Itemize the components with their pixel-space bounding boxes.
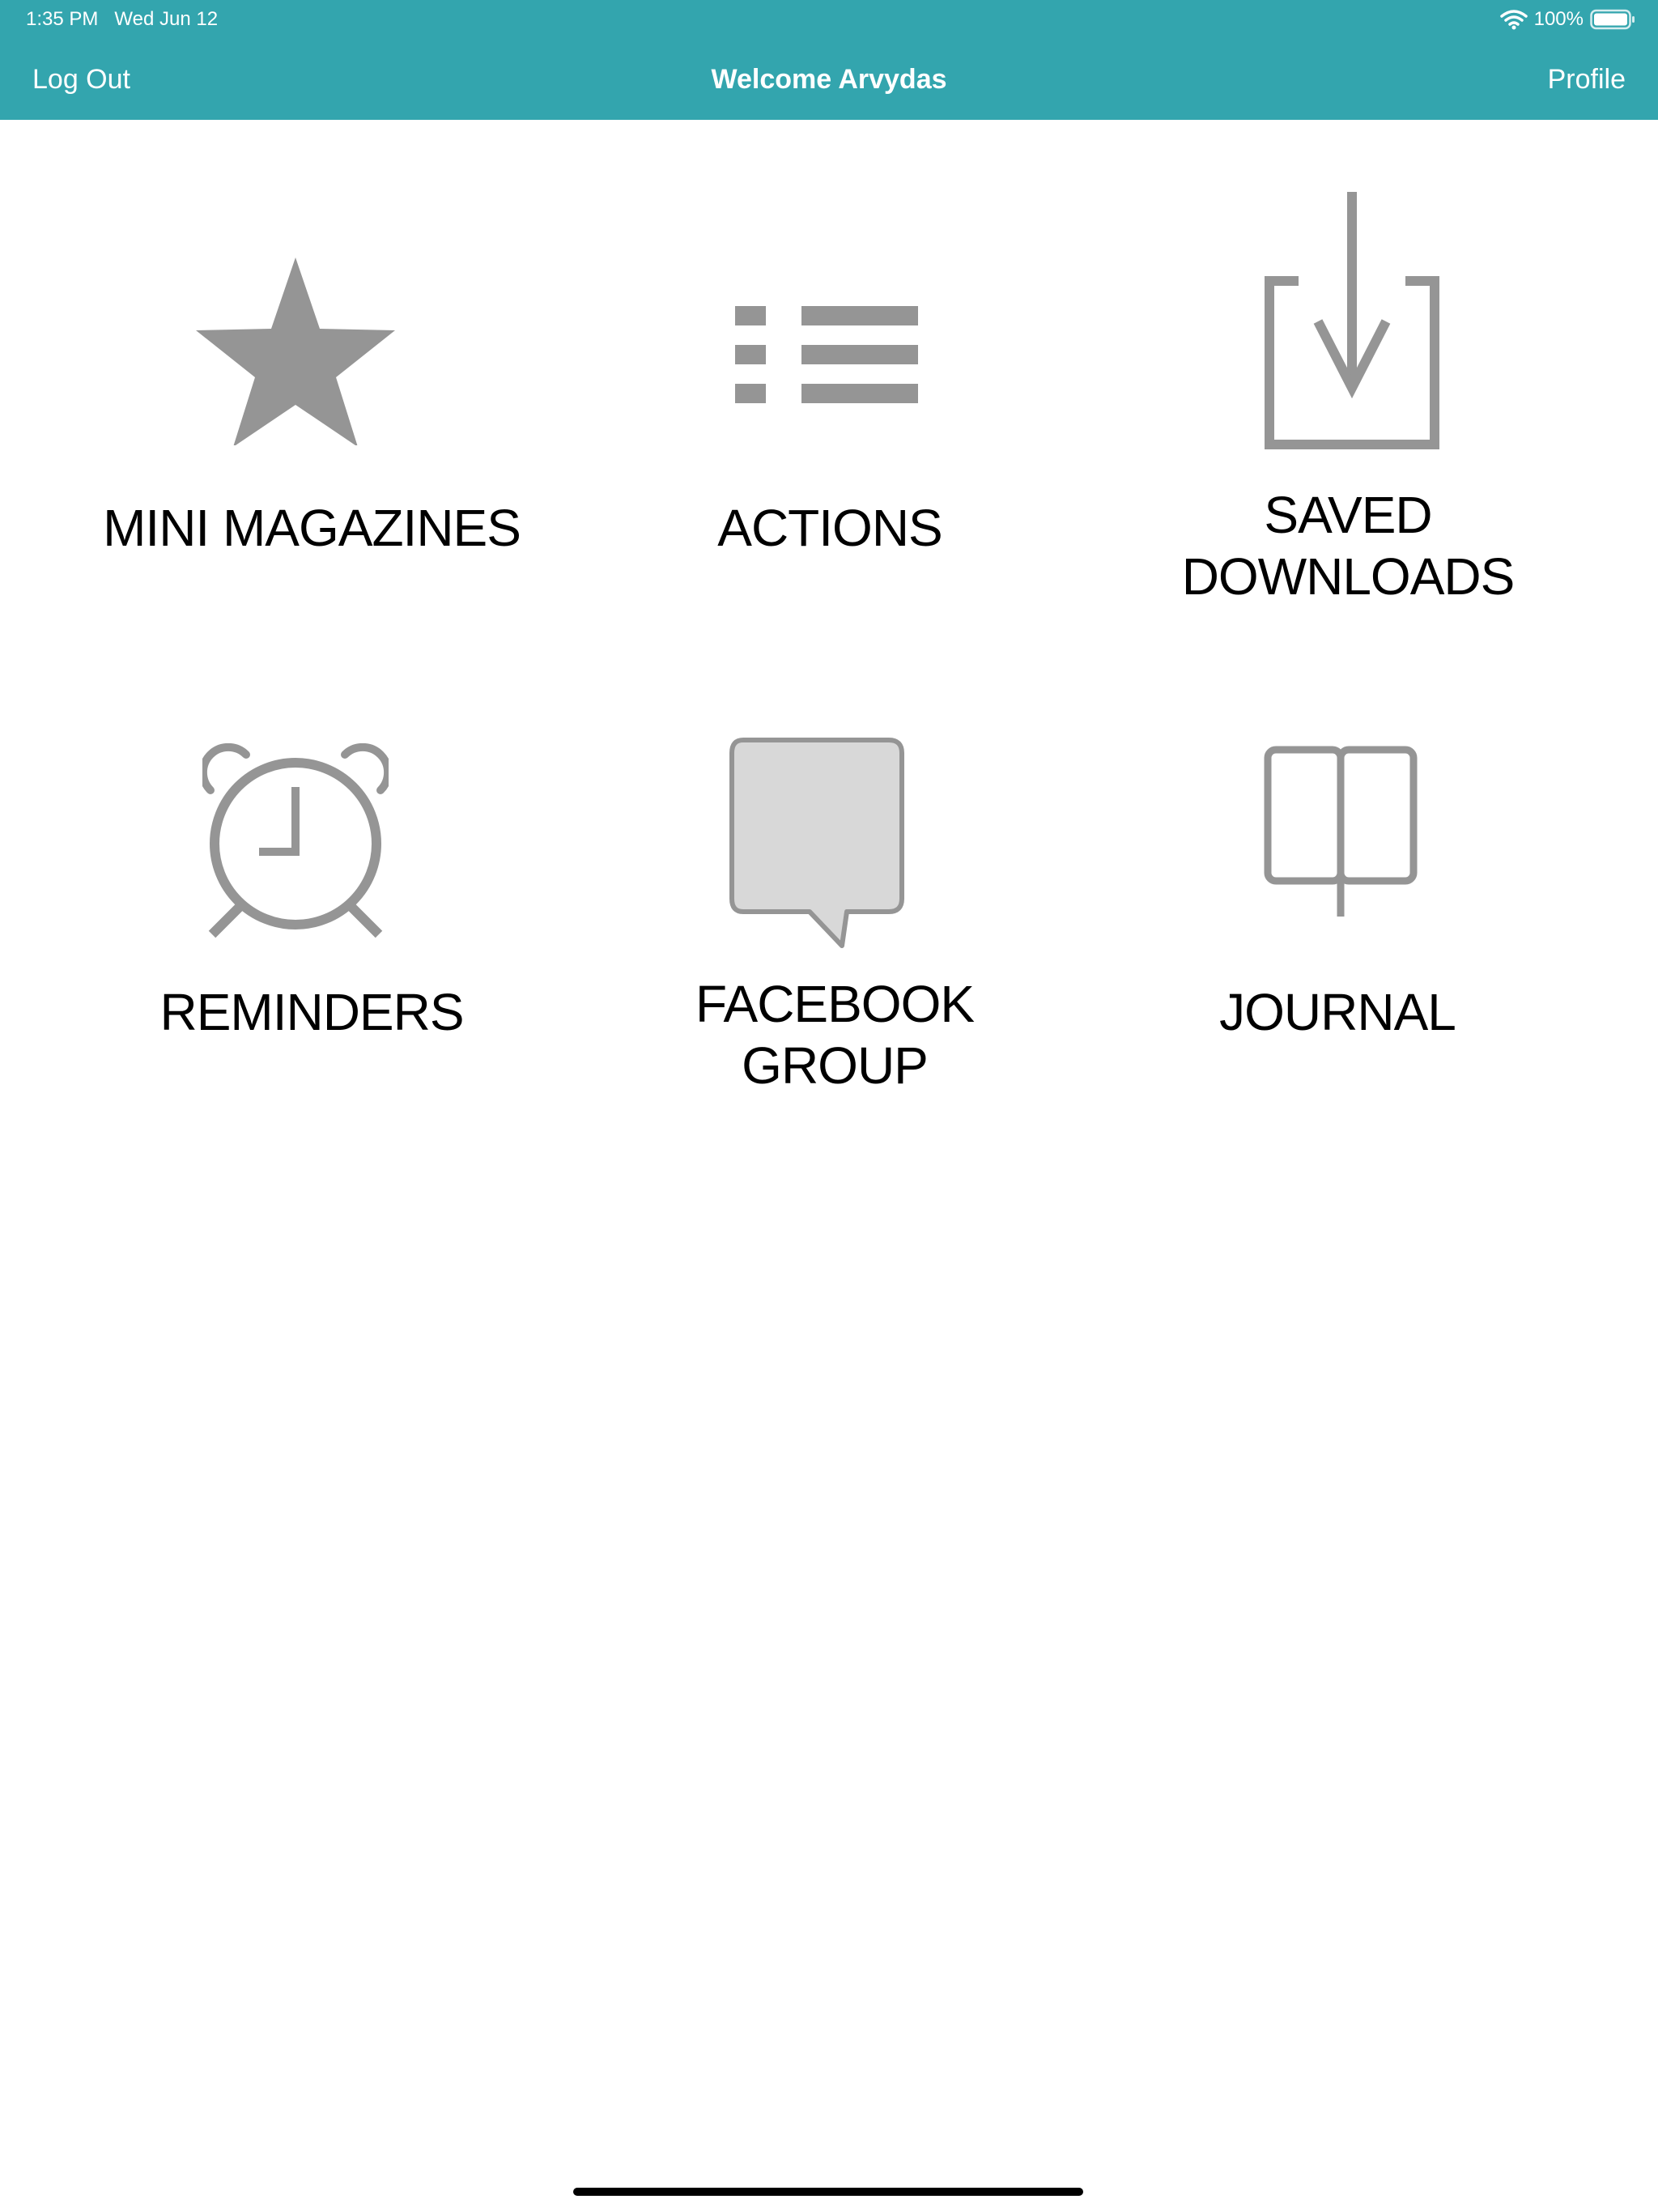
alarm-clock-icon bbox=[202, 743, 389, 938]
battery-percent: 100% bbox=[1533, 8, 1584, 30]
profile-button[interactable]: Profile bbox=[1548, 57, 1626, 102]
status-time-text: 1:35 PM bbox=[26, 8, 99, 30]
page-title: Welcome Arvydas bbox=[711, 64, 947, 95]
book-icon bbox=[1264, 746, 1418, 917]
list-icon bbox=[735, 306, 918, 403]
status-date-text: Wed Jun 12 bbox=[114, 8, 219, 30]
tile-actions[interactable]: ACTIONS bbox=[583, 186, 1077, 591]
tile-saved-downloads[interactable]: SAVED DOWNLOADS bbox=[1101, 186, 1595, 623]
home-indicator[interactable] bbox=[573, 2188, 1083, 2196]
download-icon bbox=[1265, 192, 1439, 449]
tile-mini-magazines[interactable]: MINI MAGAZINES bbox=[65, 186, 559, 591]
home-screen: 1:35 PM Wed Jun 12 100% Log Out Welcome … bbox=[0, 0, 1658, 2212]
tile-journal[interactable]: JOURNAL bbox=[1101, 721, 1595, 1077]
tile-label: MINI MAGAZINES bbox=[103, 499, 521, 557]
status-time: 1:35 PM Wed Jun 12 bbox=[26, 6, 218, 32]
tile-facebook-group[interactable]: FACEBOOK GROUP bbox=[583, 721, 1077, 1109]
tile-label: REMINDERS bbox=[159, 983, 464, 1041]
tile-reminders[interactable]: REMINDERS bbox=[65, 721, 559, 1077]
tile-label: SAVED DOWNLOADS bbox=[1181, 486, 1516, 606]
chat-bubble-icon bbox=[729, 738, 904, 948]
tile-label: FACEBOOK GROUP bbox=[695, 975, 975, 1095]
tile-label: ACTIONS bbox=[717, 499, 942, 557]
status-right: 100% bbox=[1499, 6, 1635, 32]
top-bar: 1:35 PM Wed Jun 12 100% Log Out Welcome … bbox=[0, 0, 1658, 120]
star-icon bbox=[196, 257, 395, 445]
wifi-icon bbox=[1499, 10, 1528, 30]
tile-label: JOURNAL bbox=[1219, 983, 1456, 1041]
battery-icon bbox=[1590, 9, 1635, 30]
